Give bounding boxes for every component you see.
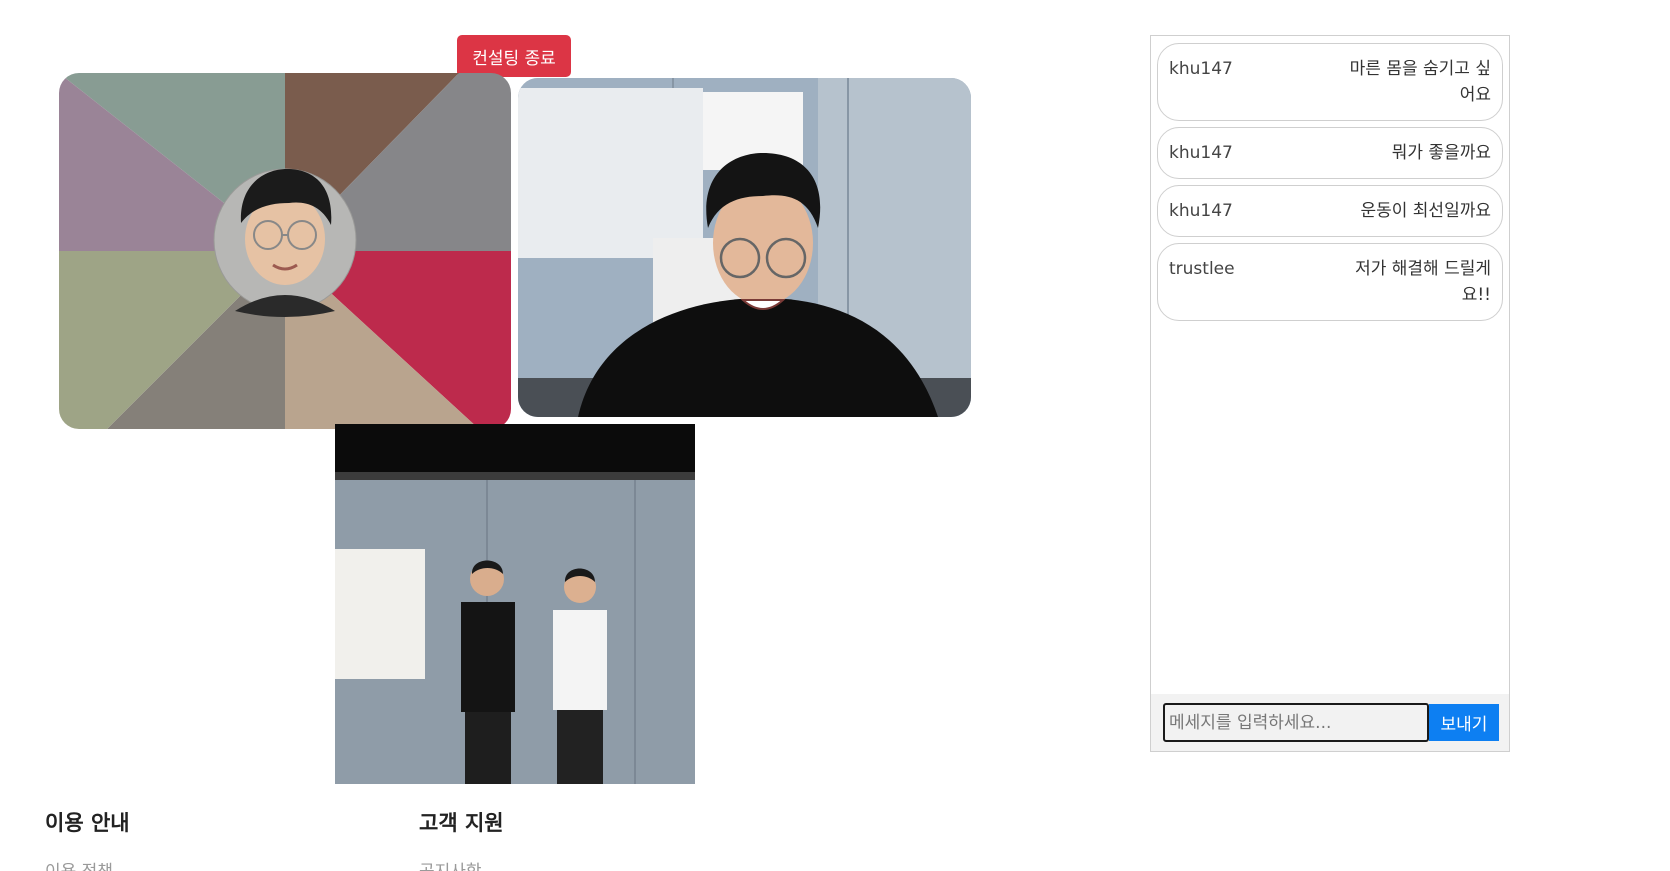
avatar-background	[59, 73, 511, 429]
end-consulting-button[interactable]: 컨설팅 종료	[457, 35, 571, 77]
camera-feed	[518, 78, 971, 417]
footer-column-usage: 이용 안내 이용 정책	[45, 808, 130, 871]
avatar-video-tile	[59, 73, 511, 429]
chat-message: khu147 운동이 최선일까요	[1157, 185, 1503, 237]
chat-message-text: 뭐가 좋을까요	[1391, 143, 1491, 163]
chat-message-text: 저가 해결해 드릴게요!!	[1355, 259, 1491, 305]
chat-message-list[interactable]: khu147 마른 몸을 숨기고 싶어요 khu147 뭐가 좋을까요 khu1…	[1151, 36, 1509, 694]
chat-message-text: 마른 몸을 숨기고 싶어요	[1349, 59, 1491, 105]
chat-message-user: trustlee	[1169, 259, 1235, 279]
chat-input-bar: 보내기	[1151, 694, 1509, 751]
chat-panel: khu147 마른 몸을 숨기고 싶어요 khu147 뭐가 좋을까요 khu1…	[1150, 35, 1510, 752]
footer-heading-support: 고객 지원	[419, 811, 504, 835]
chat-message-user: khu147	[1169, 143, 1233, 163]
footer-heading-usage: 이용 안내	[45, 811, 130, 835]
photo-video-tile	[335, 424, 695, 784]
chat-message: trustlee 저가 해결해 드릴게요!!	[1157, 243, 1503, 321]
camera-video-tile	[518, 78, 971, 417]
footer-link-notice[interactable]: 공지사항	[419, 860, 504, 871]
chat-message-user: khu147	[1169, 59, 1233, 79]
chat-message: khu147 마른 몸을 숨기고 싶어요	[1157, 43, 1503, 121]
chat-message-text: 운동이 최선일까요	[1360, 201, 1491, 221]
chat-message-input[interactable]	[1163, 703, 1429, 742]
send-button[interactable]: 보내기	[1429, 704, 1499, 741]
consulting-page: 컨설팅 종료 이용 안내 고객 지원 khu147 마른 몸을 숨기고 싶어요 …	[0, 0, 1670, 871]
chat-message: khu147 뭐가 좋을까요	[1157, 127, 1503, 179]
footer-link-policy[interactable]: 이용 정책	[45, 860, 130, 871]
footer-column-support: 고객 지원 공지사항	[419, 808, 504, 871]
photo-feed	[335, 424, 695, 784]
chat-message-user: khu147	[1169, 201, 1233, 221]
